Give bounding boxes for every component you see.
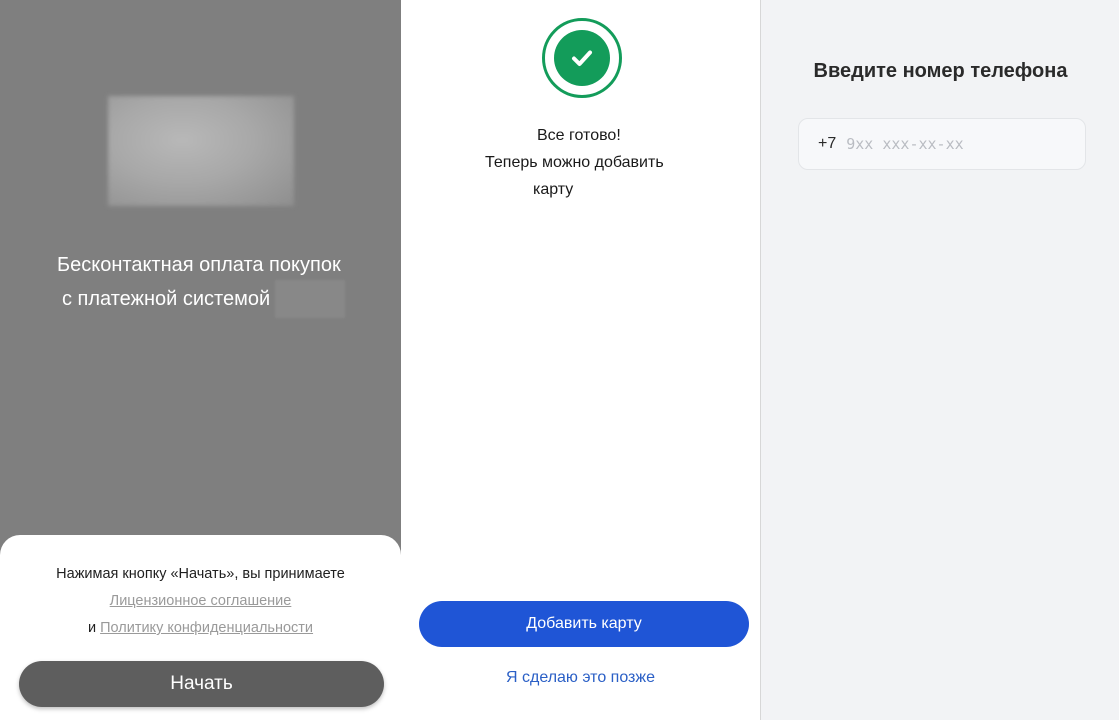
country-code: +7 [818, 135, 837, 152]
add-card-button[interactable]: Добавить карту [419, 601, 749, 647]
promo-line-2: с платежной системой [62, 288, 271, 310]
privacy-policy-link[interactable]: Политику конфиденциальности [100, 620, 313, 636]
blurred-logo [108, 96, 294, 206]
blurred-payment-system-name [275, 280, 345, 318]
checkmark-icon [572, 50, 592, 66]
success-line-2: Теперь можно добавить [485, 154, 664, 171]
success-line-3: карту [533, 181, 574, 198]
phone-input[interactable] [846, 135, 1047, 153]
success-line-1: Все готово! [537, 127, 621, 144]
consent-bottom-sheet: Нажимая кнопку «Начать», вы принимаете Л… [0, 535, 401, 720]
consent-text: Нажимая кнопку «Начать», вы принимаете [56, 566, 345, 582]
page-title: Введите номер телефона [813, 60, 1068, 82]
check-circle-icon [542, 18, 622, 98]
success-screen: Все готово! Теперь можно добавить карту … [401, 0, 760, 720]
phone-entry-screen: Введите номер телефона +7 [760, 0, 1119, 720]
phone-field[interactable]: +7 [798, 118, 1086, 170]
start-button[interactable]: Начать [19, 661, 384, 707]
promo-line-1: Бесконтактная оплата покупок [57, 254, 341, 276]
license-agreement-link[interactable]: Лицензионное соглашение [110, 593, 292, 609]
do-it-later-link[interactable]: Я сделаю это позже [401, 669, 760, 687]
and-text: и [87, 620, 97, 636]
onboarding-screen: Бесконтактная оплата покупок с платежной… [0, 0, 401, 720]
